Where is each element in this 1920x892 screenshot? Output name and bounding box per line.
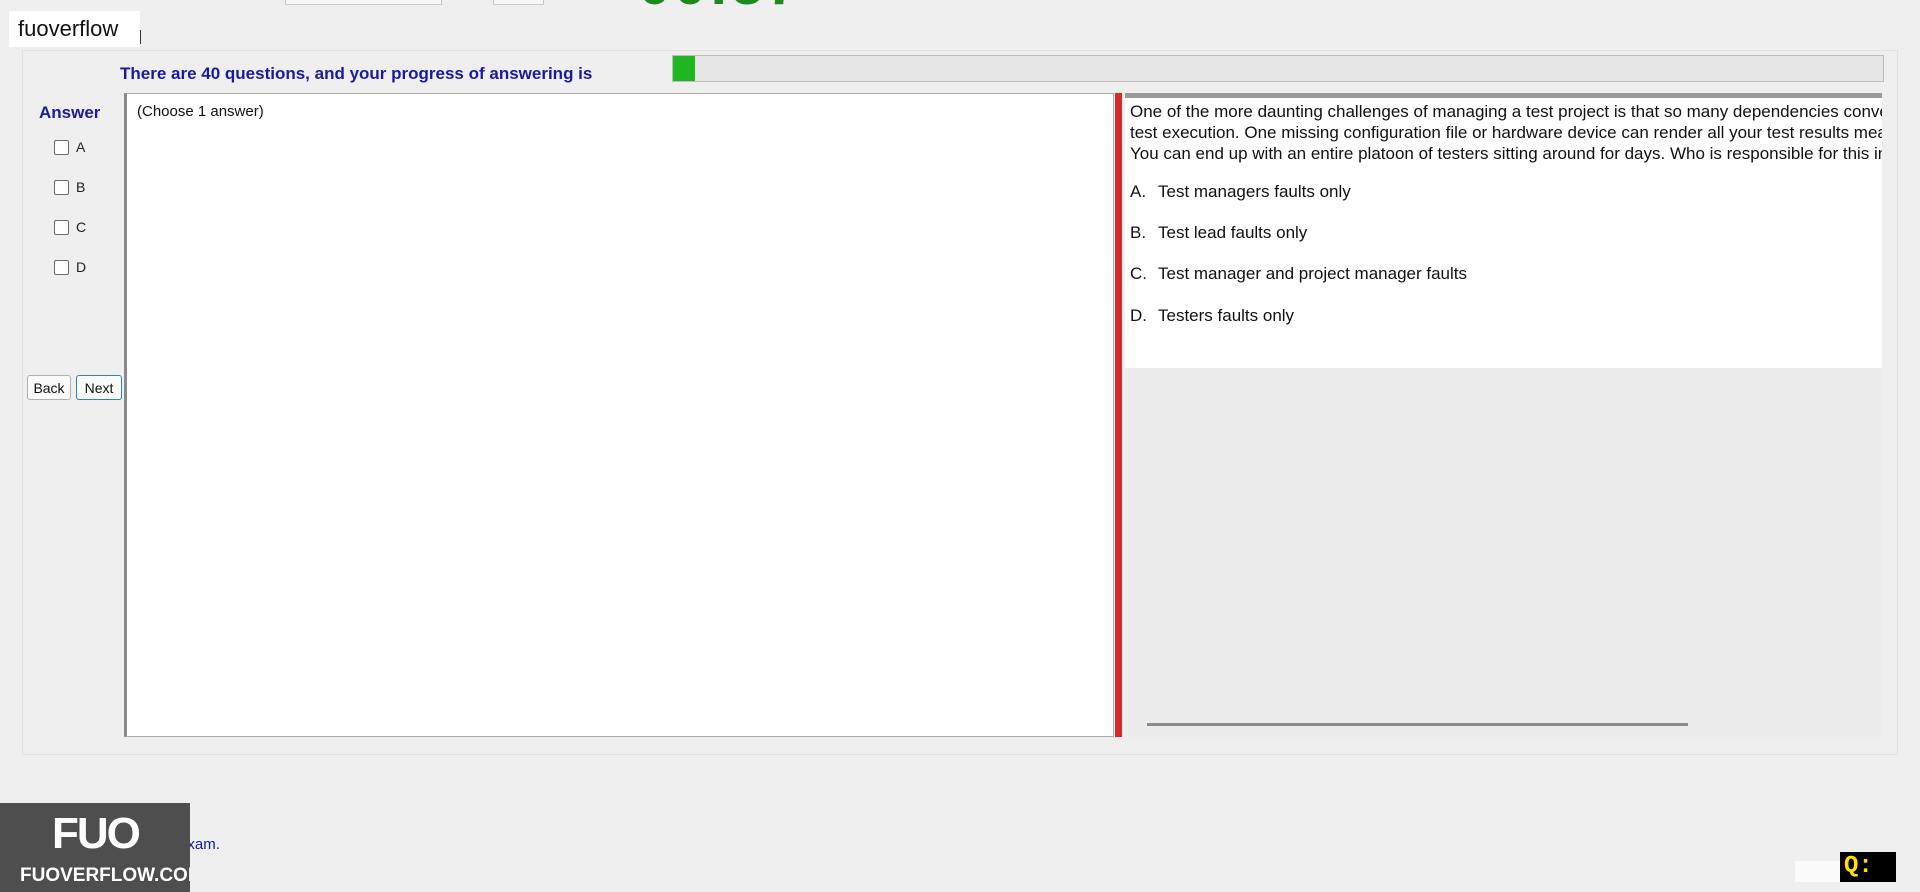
- brand-label: fuoverflow: [9, 11, 140, 47]
- answer-work-area: (Choose 1 answer): [124, 93, 1114, 737]
- checkbox-b[interactable]: [54, 179, 69, 195]
- answer-option-d[interactable]: D: [54, 257, 86, 277]
- question-option-d: D. Testers faults only: [1130, 306, 1294, 326]
- checkbox-d[interactable]: [54, 259, 69, 275]
- answer-option-b[interactable]: B: [54, 177, 85, 197]
- answer-option-label: C: [76, 219, 87, 235]
- question-option-b: B. Test lead faults only: [1130, 223, 1307, 243]
- text-caret: [140, 30, 141, 44]
- question-option-key: A.: [1130, 182, 1147, 201]
- question-option-a: A. Test managers faults only: [1130, 182, 1351, 202]
- logo-text: FUOVERFLOW.COM: [20, 865, 190, 886]
- answer-option-label: A: [76, 139, 86, 155]
- answer-title: Answer: [39, 103, 101, 122]
- badge-backdrop: [1795, 861, 1840, 882]
- top-control-remnant[interactable]: [493, 0, 544, 5]
- checkbox-c[interactable]: [54, 219, 69, 235]
- countdown-timer: 00:57: [638, 0, 801, 14]
- question-option-key: B.: [1130, 223, 1147, 242]
- horizontal-scrollbar[interactable]: [1147, 723, 1688, 726]
- question-option-c: C. Test manager and project manager fault…: [1130, 264, 1467, 284]
- image-area: [1125, 368, 1882, 737]
- question-number-badge: Q: 2: [1840, 852, 1896, 882]
- question-text: One of the more daunting challenges of m…: [1130, 101, 1882, 164]
- fuoverflow-logo: FUO FUOVERFLOW.COM: [0, 803, 190, 892]
- question-option-text: Test lead faults only: [1158, 223, 1308, 242]
- back-button[interactable]: Back: [27, 375, 71, 400]
- progress-bar-fill: [673, 56, 695, 81]
- question-option-key: C.: [1130, 264, 1147, 283]
- question-option-text: Test manager and project manager faults: [1158, 264, 1468, 283]
- question-line: You can end up with an entire platoon of…: [1130, 144, 1882, 163]
- progress-label: There are 40 questions, and your progres…: [120, 64, 593, 83]
- answer-option-label: D: [76, 259, 87, 275]
- question-option-text: Test managers faults only: [1158, 182, 1351, 201]
- logo-mark: FUO: [52, 809, 141, 858]
- question-option-key: D.: [1130, 306, 1147, 325]
- panel-splitter[interactable]: [1115, 93, 1122, 737]
- answer-option-a[interactable]: A: [54, 137, 85, 157]
- choose-count-note: (Choose 1 answer): [137, 103, 264, 120]
- answer-option-c[interactable]: C: [54, 217, 86, 237]
- checkbox-a[interactable]: [54, 139, 69, 155]
- top-dropdown-remnant[interactable]: [285, 0, 442, 5]
- progress-bar: [672, 55, 1884, 82]
- question-line: One of the more daunting challenges of m…: [1130, 102, 1882, 121]
- question-option-text: Testers faults only: [1158, 306, 1295, 325]
- next-button[interactable]: Next: [76, 375, 122, 400]
- answer-option-label: B: [76, 179, 86, 195]
- question-line: test execution. One missing configuratio…: [1130, 123, 1882, 142]
- question-panel: One of the more daunting challenges of m…: [1125, 93, 1882, 368]
